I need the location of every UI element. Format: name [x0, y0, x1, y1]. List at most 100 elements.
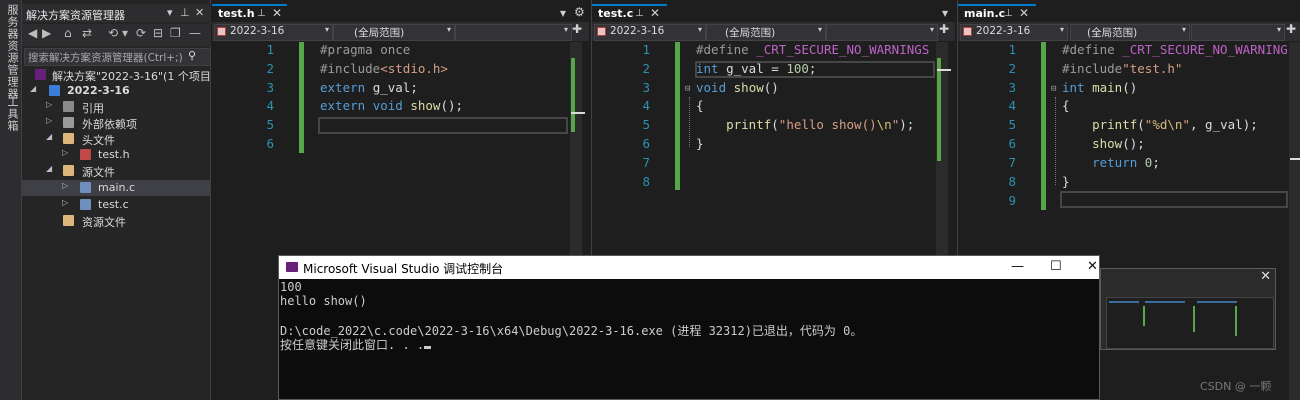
member-dropdown[interactable]: ▾ — [826, 24, 938, 41]
close-icon[interactable]: ✕ — [1260, 269, 1271, 284]
solution-icon — [35, 69, 46, 80]
properties-icon[interactable]: — — [189, 26, 201, 40]
minimize-icon[interactable]: — — [1011, 259, 1024, 274]
project-dropdown[interactable]: 2022-3-16 ▾ — [594, 24, 706, 41]
line-number: 4 — [642, 98, 650, 113]
toolbox-tab[interactable]: 工具箱 — [4, 96, 20, 132]
tree-item-main-c[interactable]: ▷ main.c — [22, 180, 211, 196]
code-line: #define _CRT_SECURE_NO_WARNINGS — [696, 42, 930, 57]
project-dropdown[interactable]: 2022-3-16 ▾ — [214, 24, 333, 41]
change-indicator — [675, 42, 680, 190]
line-number: 5 — [1008, 117, 1016, 132]
collapse-icon[interactable]: ⊟ — [685, 84, 690, 94]
split-editor-icon[interactable]: ✚ — [1286, 22, 1296, 36]
chevron-down-icon[interactable]: ▾ — [167, 6, 173, 19]
split-editor-icon[interactable]: ✚ — [572, 22, 582, 36]
tree-item-source-files[interactable]: ◢ 源文件 — [22, 163, 211, 179]
server-explorer-tab[interactable]: 服务器资源管理器 — [4, 4, 20, 100]
expand-arrow-icon[interactable]: ◢ — [30, 84, 36, 93]
tree-item-external-deps[interactable]: ▷ 外部依赖项 — [22, 115, 211, 131]
collapse-arrow-icon[interactable]: ▷ — [46, 116, 52, 125]
expand-arrow-icon[interactable]: ◢ — [46, 164, 52, 173]
search-icon[interactable]: ⚲ — [188, 49, 196, 62]
close-icon[interactable]: ✕ — [650, 6, 660, 20]
project-icon — [49, 85, 60, 96]
code-line: } — [1062, 174, 1070, 189]
debug-console-window[interactable]: Microsoft Visual Studio 调试控制台 — ☐ ✕ 100 … — [278, 255, 1100, 400]
tree-item-label: main.c — [98, 181, 136, 194]
tree-item-label: 解决方案"2022-3-16"(1 个项目/共 — [52, 70, 211, 83]
line-number: 2 — [266, 61, 274, 76]
pin-icon[interactable]: ⊥ — [180, 6, 190, 19]
close-icon[interactable]: ✕ — [1019, 6, 1029, 20]
tree-item-test-c[interactable]: ▷ test.c — [22, 197, 211, 213]
tree-item-project[interactable]: ◢ 2022-3-16 — [22, 83, 211, 99]
code-line: return 0; — [1092, 155, 1160, 170]
project-dropdown[interactable]: 2022-3-16 ▾ — [960, 24, 1068, 41]
vertical-scrollbar[interactable] — [1289, 42, 1300, 400]
sync-icon[interactable]: ⟳ — [136, 26, 146, 40]
pin-icon[interactable]: ⊥ — [257, 8, 266, 19]
line-number: 7 — [1008, 155, 1016, 170]
window-thumbnail-preview[interactable]: ✕ — [1100, 268, 1276, 350]
collapse-all-icon[interactable]: ⊟ — [153, 26, 163, 40]
scope-dropdown[interactable]: (全局范围) ▾ — [706, 24, 826, 41]
member-dropdown[interactable]: ▾ — [1191, 24, 1285, 41]
project-icon — [217, 27, 226, 36]
tree-item-label: 引用 — [82, 102, 104, 115]
expand-arrow-icon[interactable]: ◢ — [46, 132, 52, 141]
code-line: printf("%d\n", g_val); — [1092, 117, 1258, 132]
chevron-down-icon[interactable]: ▾ — [122, 26, 128, 40]
scope-dropdown[interactable]: (全局范围) ▾ — [333, 24, 455, 41]
collapse-icon[interactable]: ⊟ — [1051, 84, 1056, 94]
console-title: Microsoft Visual Studio 调试控制台 — [303, 262, 504, 276]
forward-icon[interactable]: ▶ — [42, 26, 51, 40]
code-line: int main() — [1062, 80, 1138, 95]
chevron-down-icon: ▾ — [563, 25, 568, 34]
tree-item-label: 源文件 — [82, 166, 115, 179]
text-cursor — [424, 346, 432, 349]
code-line: #define _CRT_SECURE_NO_WARNING — [1062, 42, 1288, 57]
gear-icon[interactable]: ⚙ — [574, 5, 585, 19]
member-dropdown[interactable]: ▾ — [455, 24, 572, 41]
tree-item-test-h[interactable]: ▷ test.h — [22, 147, 211, 163]
collapse-arrow-icon[interactable]: ▷ — [62, 181, 68, 190]
line-number: 7 — [642, 155, 650, 170]
split-editor-icon[interactable]: ✚ — [939, 22, 949, 36]
chevron-down-icon: ▾ — [324, 25, 329, 34]
code-line: } — [696, 136, 704, 151]
show-all-files-icon[interactable]: ❐ — [170, 26, 181, 40]
code-line: extern void show(); — [320, 98, 464, 113]
maximize-icon[interactable]: ☐ — [1050, 259, 1062, 274]
project-icon — [597, 27, 606, 36]
chevron-down-icon[interactable]: ▾ — [560, 6, 566, 20]
chevron-down-icon[interactable]: ▾ — [942, 6, 948, 20]
home-icon[interactable]: ⌂ — [64, 26, 72, 40]
pin-icon[interactable]: ⊥ — [1004, 8, 1013, 19]
code-area[interactable]: 1 2 3 4 5 6 7 8 9 #define _CRT_SECURE_NO… — [958, 42, 1289, 222]
scope-dropdown[interactable]: (全局范围) ▾ — [1070, 24, 1190, 41]
collapse-arrow-icon[interactable]: ▷ — [62, 198, 68, 207]
line-number: 4 — [1008, 98, 1016, 113]
collapse-arrow-icon[interactable]: ▷ — [62, 148, 68, 157]
code-line: printf("hello show()\n"); — [726, 117, 915, 132]
side-tool-strip: 服务器资源管理器 工具箱 — [0, 0, 22, 400]
close-icon[interactable]: ✕ — [195, 6, 204, 19]
pin-icon[interactable]: ⊥ — [635, 8, 644, 19]
tree-item-solution[interactable]: 解决方案"2022-3-16"(1 个项目/共 — [22, 67, 211, 83]
solution-search-input[interactable]: 搜索解决方案资源管理器(Ctrl+;) ⚲ — [24, 48, 211, 66]
tree-item-header-files[interactable]: ◢ 头文件 — [22, 131, 211, 147]
close-icon[interactable]: ✕ — [1087, 259, 1098, 274]
tree-item-resource-files[interactable]: 资源文件 — [22, 213, 211, 229]
chevron-down-icon: ▾ — [1276, 25, 1281, 34]
close-icon[interactable]: ✕ — [272, 6, 282, 20]
line-number: 1 — [266, 42, 274, 57]
collapse-arrow-icon[interactable]: ▷ — [46, 100, 52, 109]
back-icon[interactable]: ◀ — [28, 26, 37, 40]
switch-view-icon[interactable]: ⇄ — [82, 26, 92, 40]
pending-changes-filter-icon[interactable]: ⟲ — [108, 26, 118, 40]
dropdown-value: 2022-3-16 — [976, 25, 1031, 37]
tree-item-references[interactable]: ▷ 引用 — [22, 99, 211, 115]
console-title-bar[interactable]: Microsoft Visual Studio 调试控制台 — ☐ ✕ — [279, 256, 1099, 279]
project-icon — [963, 27, 972, 36]
